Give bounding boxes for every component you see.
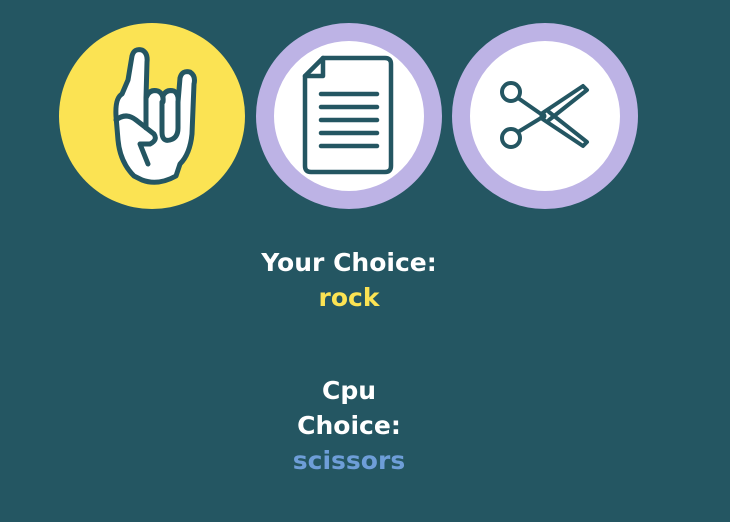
- cpu-choice-label: Cpu Choice:: [297, 376, 401, 440]
- cpu-choice-result: Cpu Choice: scissors: [289, 373, 409, 478]
- rock-choice-button[interactable]: [59, 23, 245, 209]
- scissors-choice-button[interactable]: [452, 23, 638, 209]
- your-choice-value: rock: [318, 283, 380, 312]
- game-stage: Your Choice: rock Cpu Choice: scissors: [0, 0, 730, 522]
- scissors-icon: [500, 81, 589, 149]
- your-choice-label: Your Choice:: [261, 248, 437, 277]
- cpu-choice-value: scissors: [292, 446, 406, 475]
- your-choice-result: Your Choice: rock: [0, 245, 698, 315]
- paper-choice-button[interactable]: [256, 23, 442, 209]
- rock-hand-icon: [113, 47, 197, 185]
- paper-document-icon: [302, 55, 394, 175]
